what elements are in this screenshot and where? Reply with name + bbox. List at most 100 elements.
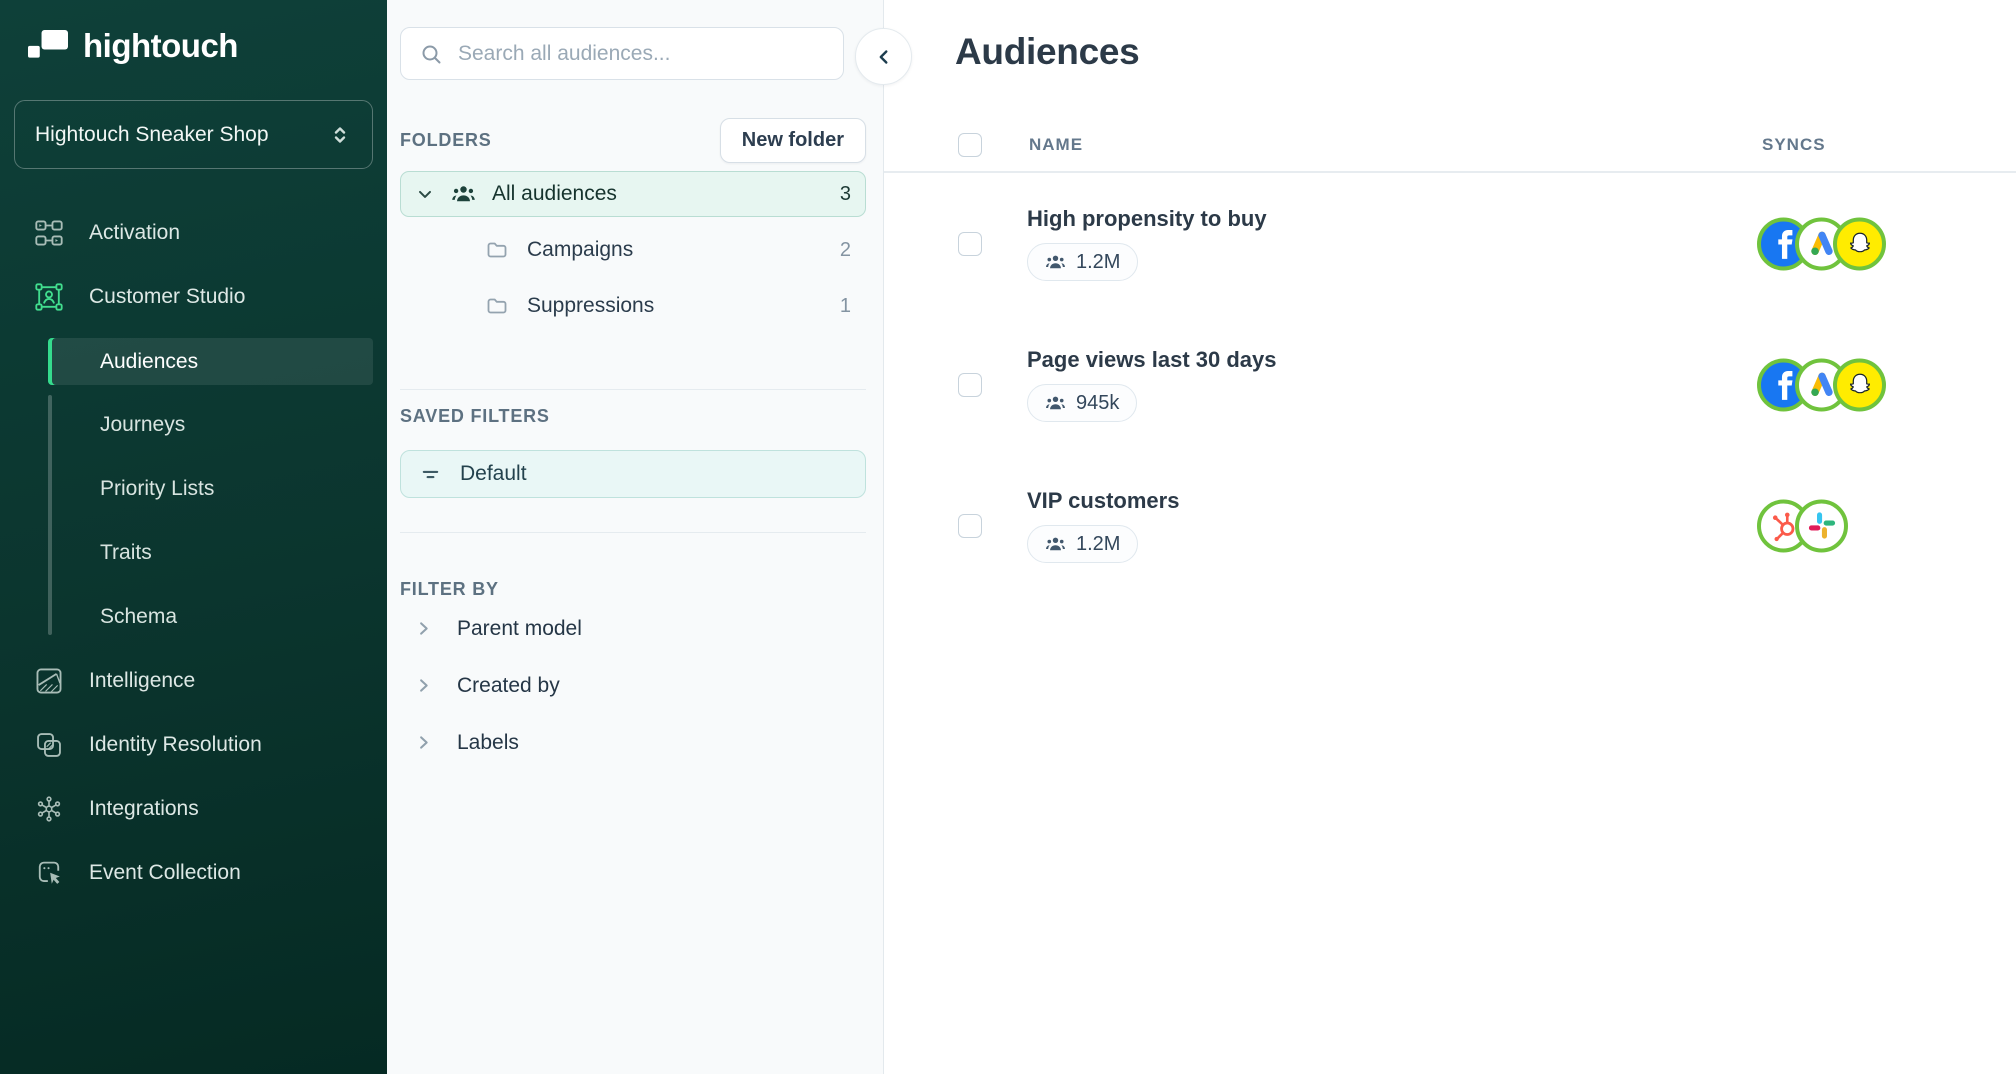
filter-item-parent-model[interactable]: Parent model — [400, 600, 866, 657]
intelligence-icon — [34, 666, 64, 696]
folder-name: Campaigns — [527, 238, 633, 262]
page-title: Audiences — [955, 30, 2016, 74]
folder-row-all-audiences[interactable]: All audiences 3 — [400, 171, 866, 217]
chevron-down-icon[interactable] — [415, 184, 435, 204]
folder-name: All audiences — [492, 182, 617, 206]
workspace-name: Hightouch Sneaker Shop — [35, 123, 269, 147]
sync-destinations — [1757, 499, 1848, 552]
sidebar-item-priority-lists[interactable]: Priority Lists — [48, 457, 373, 521]
filter-item-label: Parent model — [457, 617, 582, 641]
sidebar: hightouch Hightouch Sneaker Shop Activat… — [0, 0, 387, 1074]
audience-name-block: Page views last 30 days 945k — [1027, 347, 1277, 422]
sidebar-item-event-collection[interactable]: Event Collection — [0, 841, 387, 905]
sidebar-item-label: Identity Resolution — [89, 733, 262, 757]
saved-filter-label: Default — [460, 462, 527, 486]
chevron-right-icon — [414, 619, 433, 638]
snapchat-sync-icon[interactable] — [1833, 217, 1886, 270]
row-checkbox[interactable] — [958, 232, 982, 256]
audience-name[interactable]: Page views last 30 days — [1027, 347, 1277, 373]
audience-size-badge: 1.2M — [1027, 525, 1138, 563]
folder-icon — [485, 294, 509, 318]
snapchat-sync-icon[interactable] — [1833, 358, 1886, 411]
audience-size: 945k — [1076, 392, 1119, 415]
sync-destinations — [1757, 358, 1886, 411]
search-input[interactable] — [458, 42, 825, 66]
folder-name: Suppressions — [527, 294, 654, 318]
row-checkbox[interactable] — [958, 514, 982, 538]
sidebar-item-integrations[interactable]: Integrations — [0, 777, 387, 841]
filter-item-label: Created by — [457, 674, 560, 698]
slack-sync-icon[interactable] — [1795, 499, 1848, 552]
sidebar-item-label: Event Collection — [89, 861, 241, 885]
sync-destinations — [1757, 217, 1886, 270]
folder-icon — [485, 238, 509, 262]
sidebar-item-identity-resolution[interactable]: Identity Resolution — [0, 713, 387, 777]
audience-row[interactable]: Page views last 30 days 945k — [884, 314, 2016, 455]
event-collection-icon — [34, 858, 64, 888]
sidebar-item-label: Customer Studio — [89, 285, 245, 309]
users-icon — [451, 182, 476, 207]
panel-divider — [400, 532, 866, 533]
customer-studio-subnav: Audiences Journeys Priority Lists Traits… — [48, 338, 373, 649]
audience-row[interactable]: VIP customers 1.2M — [884, 455, 2016, 596]
name-column-header: NAME — [1029, 135, 1083, 155]
new-folder-button[interactable]: New folder — [720, 118, 866, 163]
app-window: hightouch Hightouch Sneaker Shop Activat… — [0, 0, 2016, 1074]
folder-row-campaigns[interactable]: Campaigns 2 — [400, 227, 866, 273]
chevron-up-down-icon — [328, 123, 352, 147]
filter-item-label: Labels — [457, 731, 519, 755]
folder-count: 1 — [840, 295, 851, 318]
sidebar-item-label: Activation — [89, 221, 180, 245]
audience-name[interactable]: VIP customers — [1027, 488, 1179, 514]
collapse-panel-button[interactable] — [855, 28, 912, 85]
table-header: NAME SYNCS — [884, 118, 2016, 173]
row-checkbox[interactable] — [958, 373, 982, 397]
search-icon — [419, 42, 443, 66]
audience-filters-panel: FOLDERS New folder All audiences 3 Campa… — [387, 0, 884, 1074]
folder-row-suppressions[interactable]: Suppressions 1 — [400, 283, 866, 329]
subnav-tree-line — [48, 395, 52, 635]
sidebar-item-label: Integrations — [89, 797, 199, 821]
sidebar-item-label: Traits — [100, 541, 152, 565]
sidebar-item-label: Intelligence — [89, 669, 195, 693]
workspace-selector[interactable]: Hightouch Sneaker Shop — [14, 100, 373, 169]
sidebar-nav: Activation Customer Studio Audiences Jou… — [0, 201, 387, 905]
select-all-checkbox[interactable] — [958, 133, 982, 157]
saved-filter-default[interactable]: Default — [400, 450, 866, 498]
saved-filters-header: SAVED FILTERS — [400, 406, 866, 427]
users-icon — [1045, 252, 1066, 273]
audiences-main: Audiences NAME SYNCS High propensity to … — [884, 0, 2016, 1074]
sidebar-item-traits[interactable]: Traits — [48, 521, 373, 585]
audience-name[interactable]: High propensity to buy — [1027, 206, 1267, 232]
audience-row[interactable]: High propensity to buy 1.2M — [884, 173, 2016, 314]
filter-by-header: FILTER BY — [400, 579, 866, 600]
users-icon — [1045, 393, 1066, 414]
sidebar-item-schema[interactable]: Schema — [48, 585, 373, 649]
audience-name-block: High propensity to buy 1.2M — [1027, 206, 1267, 281]
folder-count: 2 — [840, 239, 851, 262]
customer-studio-icon — [34, 282, 64, 312]
integrations-icon — [34, 794, 64, 824]
chevron-left-icon — [873, 46, 895, 68]
users-icon — [1045, 534, 1066, 555]
sidebar-item-activation[interactable]: Activation — [0, 201, 387, 265]
hightouch-logo-icon — [28, 30, 68, 63]
filter-item-labels[interactable]: Labels — [400, 714, 866, 771]
syncs-column-header: SYNCS — [1762, 135, 1826, 155]
audience-name-block: VIP customers 1.2M — [1027, 488, 1179, 563]
sidebar-item-customer-studio[interactable]: Customer Studio — [0, 265, 387, 329]
audience-size: 1.2M — [1076, 533, 1120, 556]
sidebar-item-journeys[interactable]: Journeys — [48, 393, 373, 457]
sidebar-item-intelligence[interactable]: Intelligence — [0, 649, 387, 713]
sidebar-item-label: Schema — [100, 605, 177, 629]
filter-item-created-by[interactable]: Created by — [400, 657, 866, 714]
workflow-icon — [34, 218, 64, 248]
audience-size-badge: 945k — [1027, 384, 1137, 422]
folders-header: FOLDERS — [400, 130, 492, 151]
folder-count: 3 — [840, 183, 851, 206]
identity-resolution-icon — [34, 730, 64, 760]
filter-lines-icon — [419, 463, 442, 486]
sidebar-item-audiences[interactable]: Audiences — [48, 338, 373, 385]
folders-header-row: FOLDERS New folder — [400, 118, 866, 163]
panel-divider — [400, 389, 866, 390]
